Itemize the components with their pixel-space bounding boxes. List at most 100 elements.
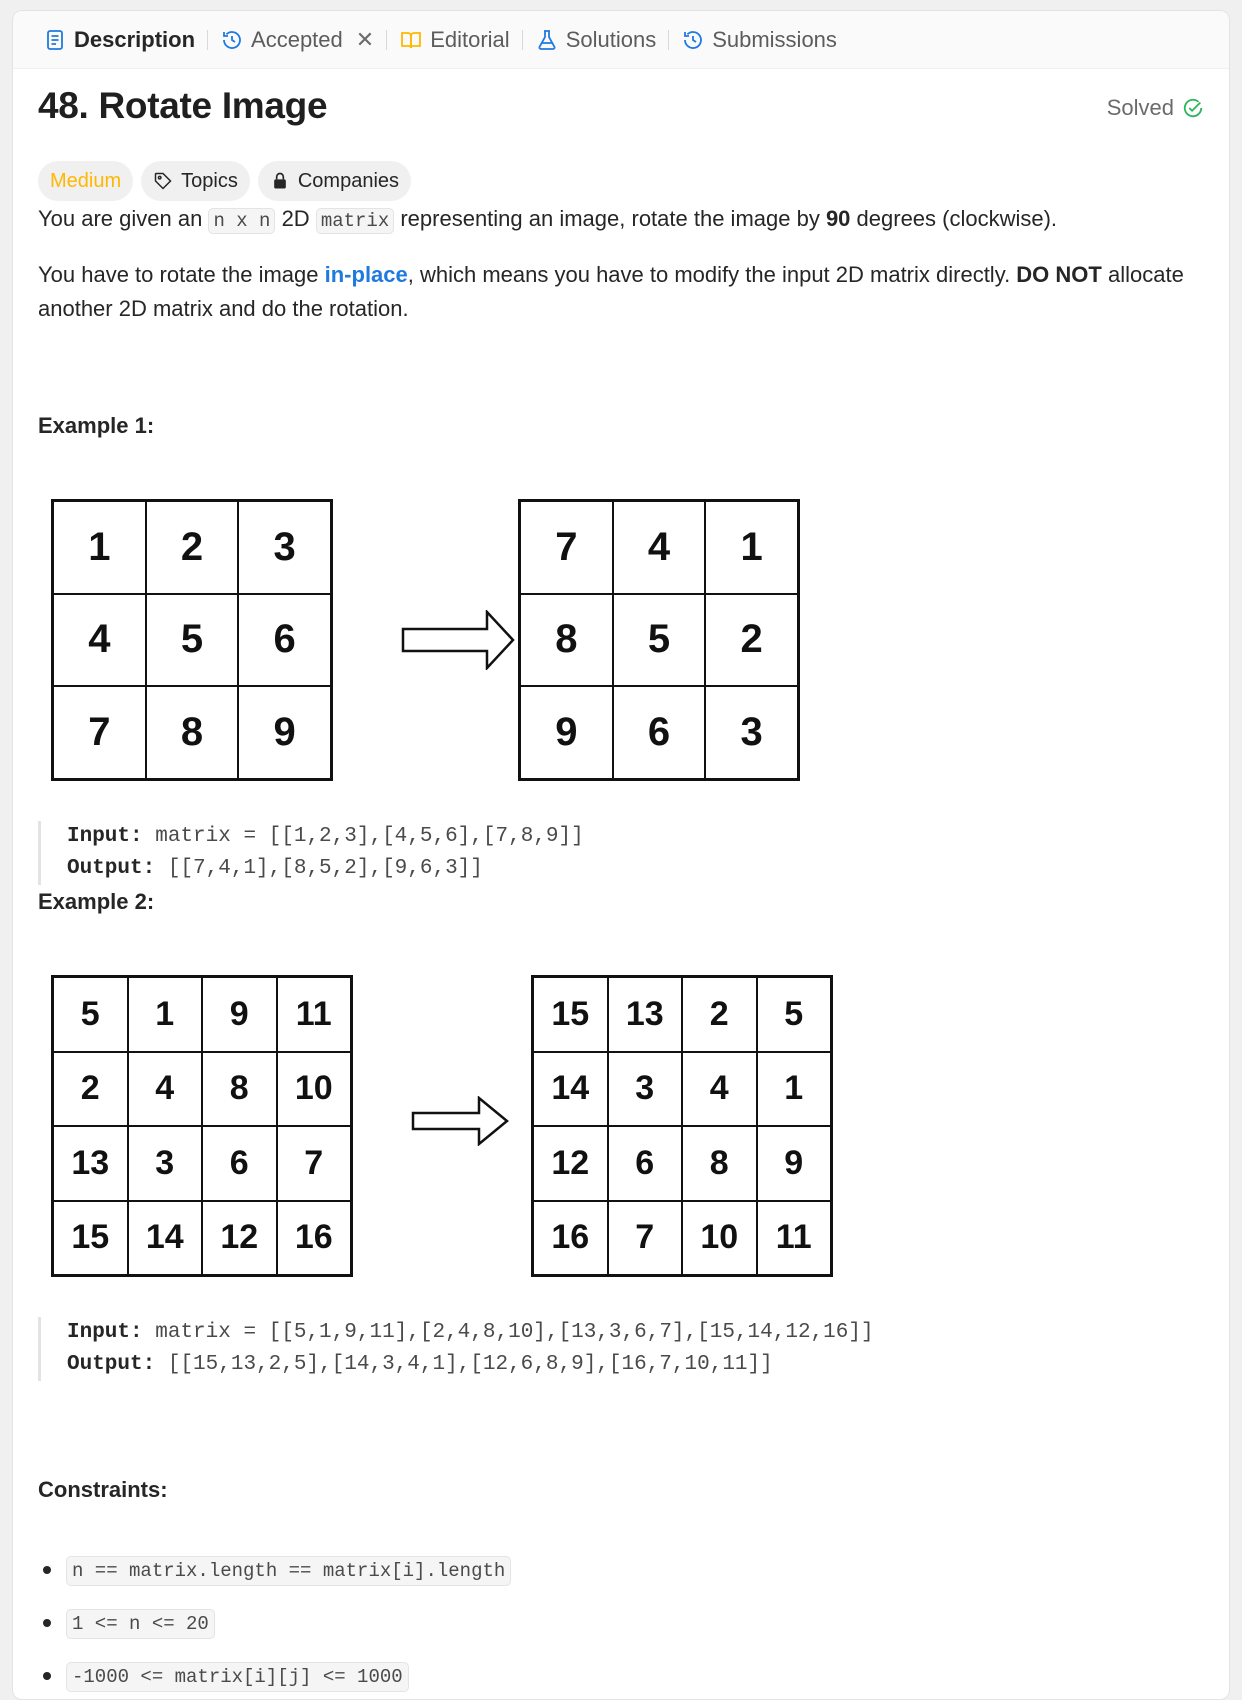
example-1-output-grid: 741852963 bbox=[518, 499, 800, 781]
history-icon bbox=[223, 30, 241, 49]
matrix-cell: 9 bbox=[520, 686, 613, 779]
tab-bar: Description Accepted ✕ Editorial Solutio… bbox=[13, 11, 1229, 69]
matrix-cell: 16 bbox=[276, 1200, 351, 1275]
matrix-cell: 15 bbox=[533, 977, 608, 1052]
matrix-cell: 1 bbox=[705, 501, 798, 594]
history-icon bbox=[684, 30, 703, 49]
matrix-cell: 2 bbox=[53, 1051, 128, 1126]
matrix-cell: 3 bbox=[238, 501, 331, 594]
input-line: Input: matrix = [[5,1,9,11],[2,4,8,10],[… bbox=[67, 1317, 874, 1349]
text: degrees (clockwise). bbox=[850, 206, 1058, 231]
matrix-cell: 4 bbox=[127, 1051, 202, 1126]
example-1-input-grid: 123456789 bbox=[51, 499, 333, 781]
output-label: Output: bbox=[67, 1353, 156, 1376]
topics-label: Topics bbox=[181, 169, 238, 192]
example-2-io: Input: matrix = [[5,1,9,11],[2,4,8,10],[… bbox=[38, 1317, 874, 1381]
tab-description[interactable]: Description bbox=[33, 11, 205, 68]
matrix-cell: 6 bbox=[202, 1126, 277, 1201]
matrix-cell: 8 bbox=[682, 1126, 757, 1201]
input-label: Input: bbox=[67, 1321, 143, 1344]
matrix-cell: 1 bbox=[53, 501, 146, 594]
text: You are given an bbox=[38, 206, 209, 231]
example-2-output-grid: 15 13 2 5 14 3 4 1 12 6 8 9 16 7 10 11 bbox=[531, 975, 833, 1277]
arrow-right-icon bbox=[411, 1096, 509, 1146]
matrix-cell: 16 bbox=[533, 1200, 608, 1275]
matrix-cell: 4 bbox=[612, 501, 706, 594]
matrix-cell: 1 bbox=[127, 977, 202, 1052]
list-item: -1000 <= matrix[i][j] <= 1000 bbox=[38, 1650, 511, 1699]
matrix-cell: 7 bbox=[276, 1126, 351, 1201]
matrix-cell: 5 bbox=[145, 593, 239, 687]
text: , which means you have to modify the inp… bbox=[407, 262, 1017, 287]
description-paragraph-1: You are given an n x n 2D matrix represe… bbox=[38, 202, 1204, 238]
matrix-cell: 9 bbox=[202, 977, 277, 1052]
tab-label: Editorial bbox=[430, 26, 510, 52]
matrix-cell: 9 bbox=[238, 686, 331, 779]
lock-icon bbox=[274, 172, 286, 189]
example-1-io: Input: matrix = [[1,2,3],[4,5,6],[7,8,9]… bbox=[38, 821, 584, 885]
example-2-input-grid: 5 1 9 11 2 4 8 10 13 3 6 7 15 14 12 16 bbox=[51, 975, 353, 1277]
page-title: 48. Rotate Image bbox=[38, 85, 328, 126]
output-label: Output: bbox=[67, 857, 156, 880]
tag-row: Medium Topics Companies bbox=[38, 161, 412, 201]
inline-code: matrix bbox=[315, 208, 395, 234]
output-line: Output: [[7,4,1],[8,5,2],[9,6,3]] bbox=[67, 853, 584, 885]
output-value: [[15,13,2,5],[14,3,4,1],[12,6,8,9],[16,7… bbox=[167, 1353, 773, 1376]
matrix-cell: 9 bbox=[756, 1126, 831, 1201]
arrow-right-icon bbox=[401, 610, 515, 670]
tab-label: Description bbox=[74, 26, 196, 52]
description-icon bbox=[47, 29, 63, 50]
text: representing an image, rotate the image … bbox=[394, 206, 826, 231]
constraint-code: n == matrix.length == matrix[i].length bbox=[66, 1555, 512, 1586]
tab-label: Submissions bbox=[712, 26, 837, 52]
text: You have to rotate the image bbox=[38, 262, 325, 287]
matrix-cell: 11 bbox=[756, 1200, 831, 1275]
companies-button[interactable]: Companies bbox=[257, 161, 412, 201]
matrix-cell: 7 bbox=[607, 1200, 682, 1275]
matrix-cell: 5 bbox=[756, 977, 831, 1052]
matrix-cell: 8 bbox=[202, 1051, 277, 1126]
companies-label: Companies bbox=[297, 169, 400, 192]
constraint-code: 1 <= n <= 20 bbox=[66, 1608, 215, 1639]
matrix-cell: 3 bbox=[607, 1051, 682, 1126]
bold-text: DO NOT bbox=[1016, 262, 1102, 287]
output-line: Output: [[15,13,2,5],[14,3,4,1],[12,6,8,… bbox=[67, 1349, 874, 1381]
tab-label: Accepted bbox=[251, 26, 343, 52]
matrix-cell: 5 bbox=[612, 593, 706, 687]
solved-label: Solved bbox=[1106, 95, 1174, 120]
example-1-heading: Example 1: bbox=[38, 413, 155, 438]
book-icon bbox=[401, 31, 422, 48]
topics-button[interactable]: Topics bbox=[141, 161, 250, 201]
matrix-cell: 4 bbox=[53, 593, 146, 687]
matrix-cell: 6 bbox=[607, 1126, 682, 1201]
tab-divider bbox=[521, 29, 523, 50]
close-icon[interactable]: ✕ bbox=[356, 27, 374, 53]
matrix-cell: 11 bbox=[276, 977, 351, 1052]
difficulty-badge[interactable]: Medium bbox=[38, 161, 134, 201]
matrix-cell: 14 bbox=[533, 1051, 608, 1126]
tab-divider bbox=[386, 29, 388, 50]
list-item: 1 <= n <= 20 bbox=[38, 1597, 511, 1650]
matrix-cell: 3 bbox=[705, 686, 798, 779]
constraints-heading: Constraints: bbox=[38, 1477, 168, 1502]
matrix-cell: 10 bbox=[276, 1051, 351, 1126]
matrix-cell: 10 bbox=[682, 1200, 757, 1275]
solved-status: Solved bbox=[1107, 95, 1204, 121]
matrix-cell: 5 bbox=[53, 977, 128, 1052]
text: 2D bbox=[275, 206, 316, 231]
description-paragraph-2: You have to rotate the image in-place, w… bbox=[38, 258, 1204, 326]
tab-editorial[interactable]: Editorial bbox=[389, 11, 519, 68]
tab-solutions[interactable]: Solutions bbox=[525, 11, 667, 68]
tab-accepted[interactable]: Accepted ✕ bbox=[210, 11, 384, 68]
matrix-cell: 8 bbox=[145, 686, 239, 779]
matrix-cell: 1 bbox=[756, 1051, 831, 1126]
matrix-cell: 4 bbox=[682, 1051, 757, 1126]
input-line: Input: matrix = [[1,2,3],[4,5,6],[7,8,9]… bbox=[67, 821, 584, 853]
tab-submissions[interactable]: Submissions bbox=[671, 11, 847, 68]
matrix-cell: 6 bbox=[612, 686, 706, 779]
tab-divider bbox=[207, 29, 209, 50]
input-value: matrix = [[1,2,3],[4,5,6],[7,8,9]] bbox=[155, 825, 584, 848]
tab-divider bbox=[668, 29, 670, 50]
constraints-list: n == matrix.length == matrix[i].length 1… bbox=[38, 1544, 512, 1699]
in-place-link[interactable]: in-place bbox=[325, 262, 408, 287]
